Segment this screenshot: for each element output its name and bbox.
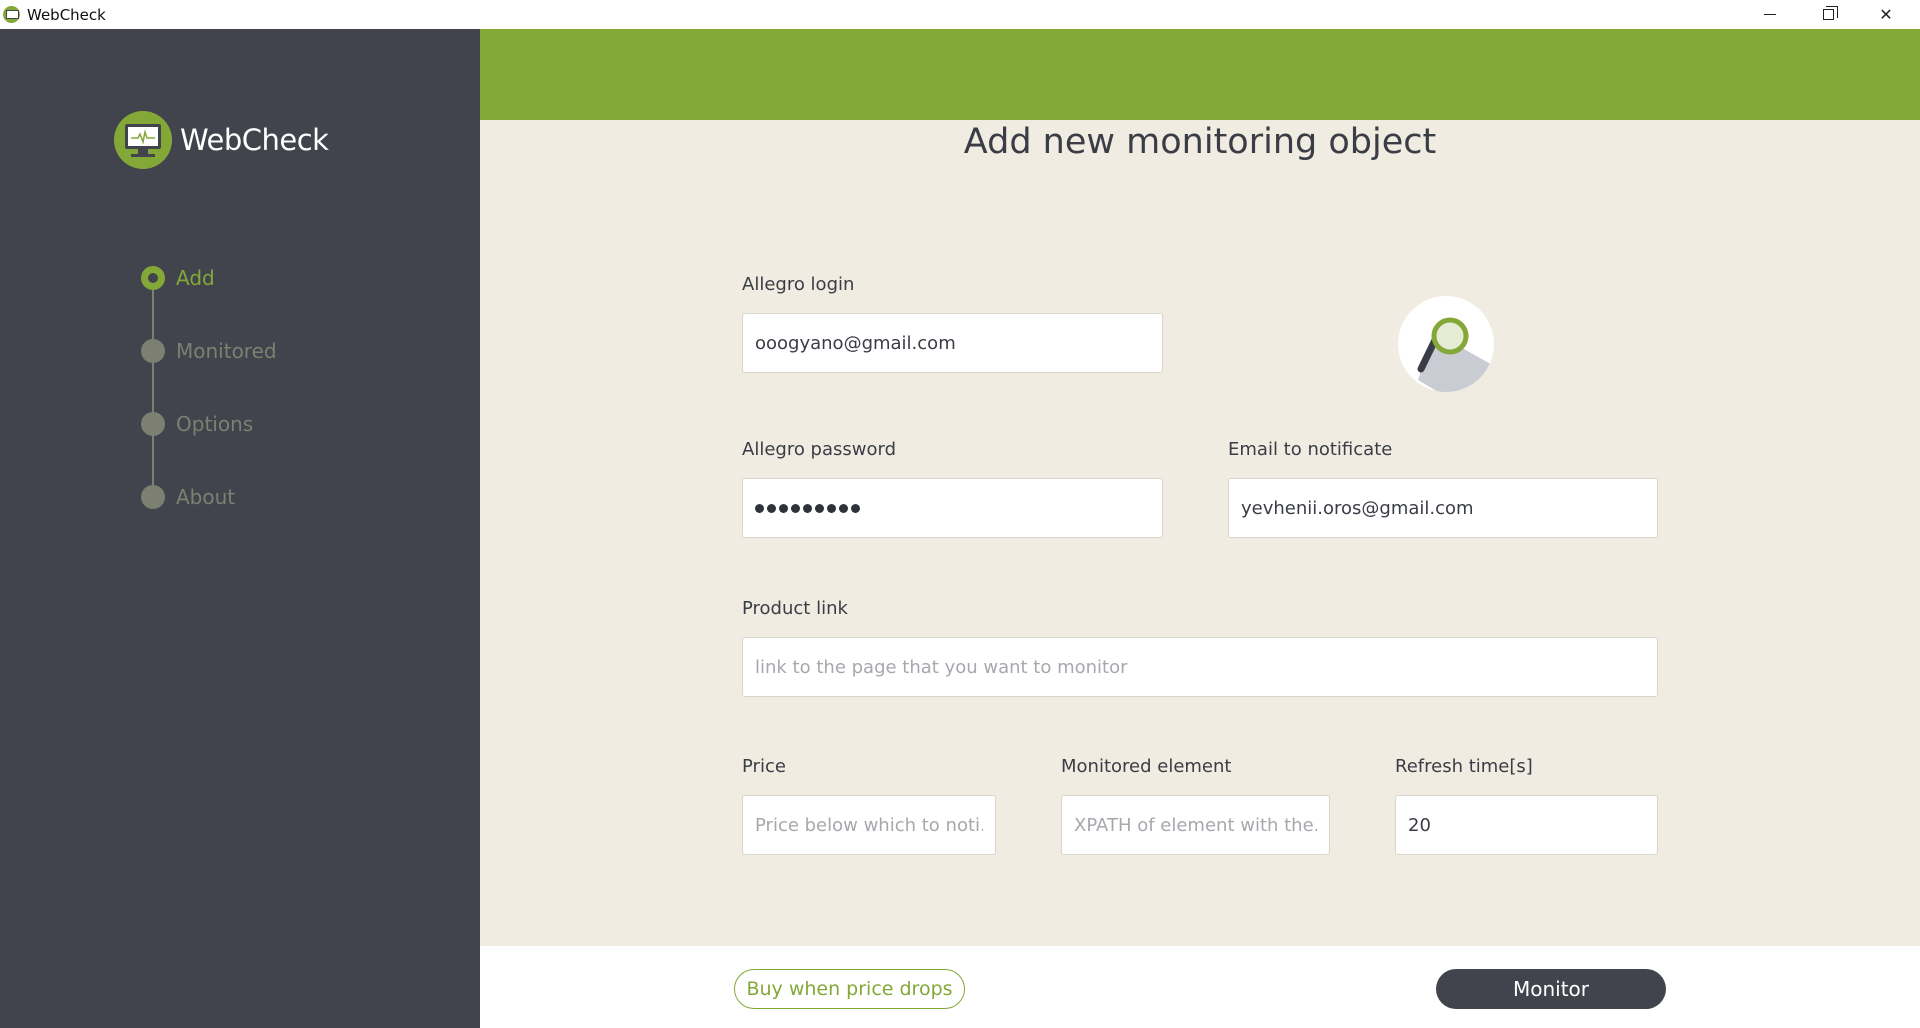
sidebar-item-monitored[interactable]: Monitored xyxy=(140,334,400,368)
product-link-input[interactable] xyxy=(742,637,1658,697)
brand-logo-icon xyxy=(114,111,172,169)
footer-bar xyxy=(480,946,1920,1028)
sidebar-item-label: About xyxy=(176,485,236,509)
restore-button[interactable] xyxy=(1799,0,1857,29)
sidebar: WebCheck Add Monitored Options About xyxy=(0,29,480,1028)
minimize-button[interactable] xyxy=(1741,0,1799,29)
window-titlebar: WebCheck ✕ xyxy=(0,0,1920,29)
nav-dot-icon xyxy=(141,412,165,436)
nav-dot-icon xyxy=(141,266,165,290)
sidebar-item-options[interactable]: Options xyxy=(140,407,400,441)
monitored-element-label: Monitored element xyxy=(1061,756,1232,777)
minimize-icon xyxy=(1764,14,1776,15)
nav-dot-icon xyxy=(141,339,165,363)
buy-when-price-drops-button[interactable]: Buy when price drops xyxy=(734,969,965,1009)
window-title: WebCheck xyxy=(27,6,106,24)
refresh-time-label: Refresh time[s] xyxy=(1395,756,1533,777)
email-input[interactable] xyxy=(1228,478,1658,538)
sidebar-item-add[interactable]: Add xyxy=(140,261,400,295)
header-band xyxy=(480,29,1920,120)
nav-connector-line xyxy=(152,289,154,505)
app-icon xyxy=(3,6,20,23)
close-icon: ✕ xyxy=(1879,5,1893,24)
email-label: Email to notificate xyxy=(1228,439,1393,460)
sidebar-item-about[interactable]: About xyxy=(140,480,400,514)
brand-name: WebCheck xyxy=(180,123,329,157)
sidebar-item-label: Monitored xyxy=(176,339,277,363)
sidebar-item-label: Options xyxy=(176,412,254,436)
search-icon xyxy=(1398,296,1494,392)
monitored-element-input[interactable] xyxy=(1061,795,1330,855)
close-button[interactable]: ✕ xyxy=(1857,0,1915,29)
allegro-login-label: Allegro login xyxy=(742,274,855,295)
allegro-login-input[interactable] xyxy=(742,313,1163,373)
nav-dot-icon xyxy=(141,485,165,509)
sidebar-item-label: Add xyxy=(176,266,215,290)
allegro-password-input[interactable] xyxy=(742,478,1163,538)
product-link-label: Product link xyxy=(742,598,848,619)
price-input[interactable] xyxy=(742,795,996,855)
price-label: Price xyxy=(742,756,786,777)
restore-icon xyxy=(1822,6,1838,20)
page-title: Add new monitoring object xyxy=(963,122,1437,162)
monitor-button[interactable]: Monitor xyxy=(1436,969,1666,1009)
refresh-time-input[interactable] xyxy=(1395,795,1658,855)
allegro-password-label: Allegro password xyxy=(742,439,897,460)
